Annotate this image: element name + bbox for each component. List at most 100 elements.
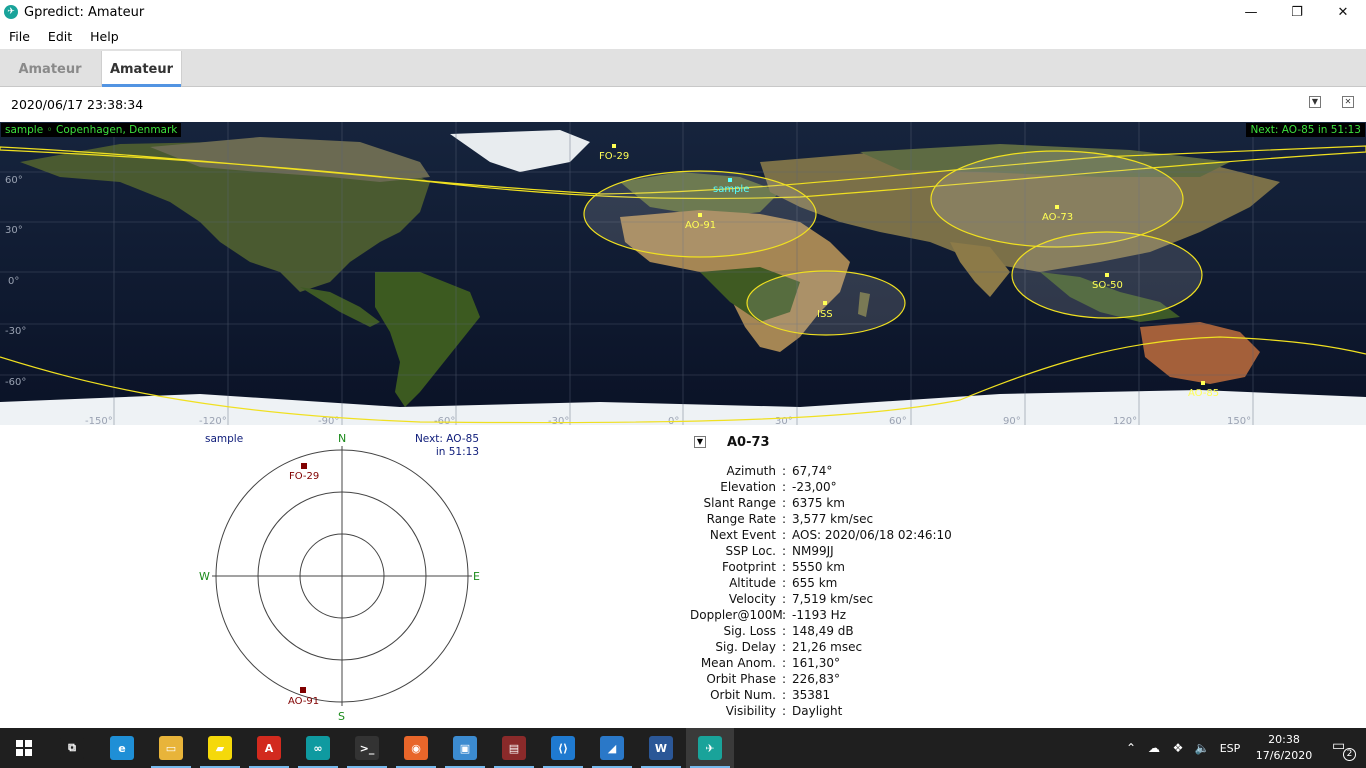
info-row-next-event: Next Event: AOS: 2020/06/18 02:46:10 [690,528,952,544]
menu-help[interactable]: Help [81,29,128,44]
tab-amateur-2[interactable]: Amateur [101,51,182,87]
info-label: Orbit Num. [710,688,776,702]
taskbar-arduino-button[interactable]: ∞ [294,728,342,768]
ao-91-marker[interactable] [698,213,702,217]
taskbar-firefox-button[interactable]: ◉ [392,728,440,768]
control-panel-icon: ▣ [453,736,477,760]
ao-73-label[interactable]: AO-73 [1042,212,1073,223]
info-row-sig-delay: Sig. Delay:21,26 msec [690,640,952,656]
gpredict-window: ✈ Gpredict: Amateur — ❐ ✕ File Edit Help… [0,0,1366,768]
info-sep: : [781,576,787,590]
info-sep: : [781,592,787,606]
taskbar-edge-button[interactable]: e [98,728,146,768]
taskbar-winrar-button[interactable]: ▤ [490,728,538,768]
info-sep: : [781,656,787,670]
title-bar: ✈ Gpredict: Amateur — ❐ ✕ [0,0,1366,24]
minimize-button[interactable]: — [1228,0,1274,24]
polar-west: W [199,570,210,583]
notifications-icon[interactable]: ▭ 2 [1332,738,1356,761]
ao-85-marker[interactable] [1201,381,1205,385]
dropbox-icon[interactable]: ❖ [1166,741,1190,755]
info-row-footprint: Footprint:5550 km [690,560,952,576]
iss-label[interactable]: ISS [817,309,833,320]
info-label: Elevation [720,480,776,494]
info-label: Doppler@100M [690,608,783,622]
module-options-button[interactable]: ▼ [1309,96,1321,108]
word-icon: W [649,736,673,760]
polar-fo-29-label[interactable]: FO-29 [289,471,319,482]
lon-label: -150° [85,416,113,425]
polar-fo-29-marker[interactable] [301,463,307,469]
lat-label: 30° [5,225,23,236]
ao-91-label[interactable]: AO-91 [685,220,716,231]
gpredict-icon: ✈ [698,736,722,760]
module-close-button[interactable]: ✕ [1342,96,1354,108]
taskbar-control-panel-button[interactable]: ▣ [441,728,489,768]
onedrive-icon[interactable]: ☁ [1142,741,1166,755]
taskbar-file-explorer-button[interactable]: ▭ [147,728,195,768]
info-sep: : [781,672,787,686]
polar-ao-91-label[interactable]: AO-91 [288,696,319,707]
polar-view[interactable]: sample Next: AO-85 in 51:13 N S E W FO-2… [195,428,495,724]
lat-label: -60° [5,377,26,388]
restore-button[interactable]: ❐ [1274,0,1320,24]
so-50-label[interactable]: SO-50 [1092,280,1123,291]
taskbar-vscode-button[interactable]: ⟨⟩ [539,728,587,768]
info-sep: : [781,464,787,478]
taskbar-task-view-button[interactable]: ⧉ [48,728,96,768]
taskbar-gpredict-button[interactable]: ✈ [686,728,734,768]
tab-amateur-1[interactable]: Amateur [0,51,100,87]
acrobat-icon: A [257,736,281,760]
info-label: Azimuth [726,464,776,478]
map-next-event-tag: Next: AO-85 in 51:13 [1246,123,1365,137]
ao-73-marker[interactable] [1055,205,1059,209]
taskbar-acrobat-button[interactable]: A [245,728,293,768]
info-value: 35381 [792,688,831,702]
taskbar-sticky-notes-button[interactable]: ▰ [196,728,244,768]
info-row-mean-anom: Mean Anom.:161,30° [690,656,952,672]
info-value: 21,26 msec [792,640,863,654]
info-row-velocity: Velocity:7,519 km/sec [690,592,952,608]
polar-ao-91-marker[interactable] [300,687,306,693]
world-map[interactable]: 60° 30° 0° -30° -60° -150° -120° -90° -6… [0,122,1366,425]
polar-canvas: N S E W FO-29 AO-91 [199,432,480,723]
info-label: Footprint [721,560,776,574]
info-sep: : [781,544,787,558]
arduino-icon: ∞ [306,736,330,760]
menu-file[interactable]: File [0,29,39,44]
close-button[interactable]: ✕ [1320,0,1366,24]
info-value: 67,74° [792,464,833,478]
info-label: Visibility [725,704,776,718]
tray-chevron-icon[interactable]: ⌃ [1120,741,1142,755]
info-rows: Azimuth:67,74° Elevation: -23,00° Slant R… [690,464,952,720]
lon-label: 150° [1227,416,1251,425]
language-indicator[interactable]: ESP [1214,742,1246,755]
winrar-icon: ▤ [502,736,526,760]
taskbar-terminal-button[interactable]: >_ [343,728,391,768]
fo-29-label[interactable]: FO-29 [599,151,629,162]
menu-edit[interactable]: Edit [39,29,81,44]
info-label: SSP Loc. [725,544,776,558]
start-button[interactable] [0,728,48,768]
info-row-visibility: Visibility: Daylight [690,704,952,720]
info-value: AOS: 2020/06/18 02:46:10 [792,528,952,542]
ao-73-footprint [930,150,1184,248]
fo-29-marker[interactable] [612,144,616,148]
lat-label: 0° [8,276,19,287]
window-title: Gpredict: Amateur [24,4,145,20]
wireshark-icon: ◢ [600,736,624,760]
info-satellite-name: A0-73 [727,435,770,450]
clock[interactable]: 20:38 17/6/2020 [1254,732,1314,764]
so-50-marker[interactable] [1105,273,1109,277]
iss-marker[interactable] [823,301,827,305]
volume-icon[interactable]: 🔈 [1190,741,1214,755]
lat-label: -30° [5,326,26,337]
info-toggle-button[interactable]: ▼ [694,436,706,448]
taskbar-word-button[interactable]: W [637,728,685,768]
ground-station-marker [728,178,732,182]
taskbar-wireshark-button[interactable]: ◢ [588,728,636,768]
map-canvas: 60° 30° 0° -30° -60° -150° -120° -90° -6… [0,122,1366,425]
ao-85-label[interactable]: AO-85 [1188,388,1219,399]
module-time: 2020/06/17 23:38:34 [11,97,144,112]
info-label: Range Rate [706,512,776,526]
